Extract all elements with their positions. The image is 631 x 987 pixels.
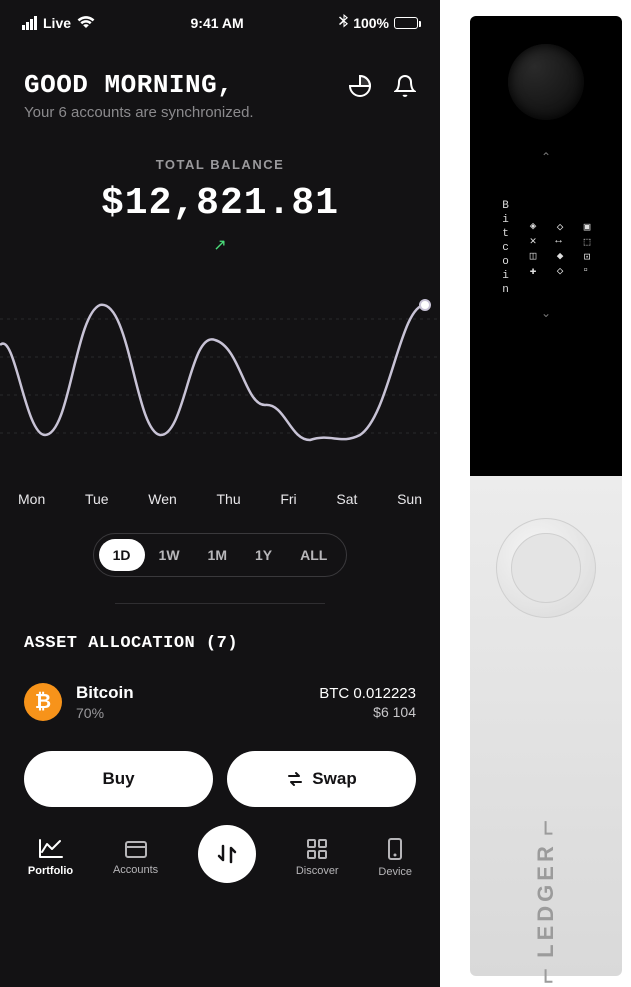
ledger-logo: ⌐ LEDGER ⌐ (530, 816, 562, 984)
device-icon (385, 837, 405, 861)
trend-up-icon: ↗ (213, 235, 226, 255)
bottom-nav: Portfolio Accounts Discover Device (0, 821, 440, 901)
balance-label: TOTAL BALANCE (0, 157, 440, 172)
grid-icon (306, 838, 328, 860)
greeting-title: GOOD MORNING, (24, 70, 254, 100)
phone-app-frame: Live 9:41 AM 100% GOOD MORNING, Your 6 a… (0, 0, 440, 987)
pie-chart-icon[interactable] (348, 74, 372, 101)
device-screen-text: Bitcoin (500, 200, 512, 298)
range-1y[interactable]: 1Y (241, 539, 286, 571)
balance-chart[interactable] (0, 285, 440, 475)
nav-device[interactable]: Device (378, 837, 412, 878)
ledger-hardware-device: ⌃ Bitcoin ◈✕◫✚ ◇↔◆◇ ▣⬚⊡▫ ⌄ ⌐ LEDGER ⌐ (470, 16, 622, 976)
time-range-selector: 1D 1W 1M 1Y ALL (93, 533, 348, 577)
asset-amount: BTC 0.012223 (319, 685, 416, 702)
device-top-button (508, 44, 584, 120)
clock: 9:41 AM (191, 15, 244, 31)
day-label: Tue (85, 491, 109, 507)
chart-line-icon (38, 838, 64, 860)
bitcoin-icon: ₿ (24, 683, 62, 721)
asset-pct: 70% (76, 705, 134, 721)
nav-transfer[interactable] (198, 825, 256, 883)
nav-discover[interactable]: Discover (296, 838, 339, 877)
day-label: Mon (18, 491, 45, 507)
device-screen: Bitcoin ◈✕◫✚ ◇↔◆◇ ▣⬚⊡▫ (506, 200, 586, 298)
nav-portfolio[interactable]: Portfolio (28, 838, 73, 877)
day-label: Fri (280, 491, 296, 507)
chevron-down-icon: ⌄ (506, 306, 586, 320)
day-label: Sun (397, 491, 422, 507)
asset-row-bitcoin[interactable]: ₿ Bitcoin 70% BTC 0.012223 $6 104 (0, 673, 440, 731)
balance-value: $12,821.81 (0, 182, 440, 225)
carrier-label: Live (43, 15, 71, 31)
battery-icon (394, 17, 418, 29)
status-bar: Live 9:41 AM 100% (0, 0, 440, 42)
day-label: Wen (148, 491, 177, 507)
day-label: Sat (336, 491, 357, 507)
buy-button[interactable]: Buy (24, 751, 213, 807)
range-1w[interactable]: 1W (145, 539, 194, 571)
range-1d[interactable]: 1D (99, 539, 145, 571)
bell-icon[interactable] (394, 74, 416, 101)
nav-accounts[interactable]: Accounts (113, 839, 158, 876)
battery-pct: 100% (353, 15, 389, 31)
swap-icon (286, 770, 304, 788)
swap-button[interactable]: Swap (227, 751, 416, 807)
wifi-icon (77, 15, 95, 31)
transfer-icon (216, 843, 238, 865)
sync-status: Your 6 accounts are synchronized. (24, 104, 254, 121)
wallet-icon (124, 839, 148, 859)
signal-icon (22, 16, 37, 30)
day-label: Thu (217, 491, 241, 507)
bluetooth-icon (339, 14, 348, 32)
chart-x-axis: Mon Tue Wen Thu Fri Sat Sun (0, 475, 440, 507)
device-main-button (496, 518, 596, 618)
asset-allocation-title: ASSET ALLOCATION (7) (0, 604, 440, 673)
asset-name: Bitcoin (76, 683, 134, 703)
range-1m[interactable]: 1M (194, 539, 241, 571)
asset-value: $6 104 (319, 704, 416, 720)
range-all[interactable]: ALL (286, 539, 341, 571)
chevron-up-icon: ⌃ (506, 150, 586, 164)
